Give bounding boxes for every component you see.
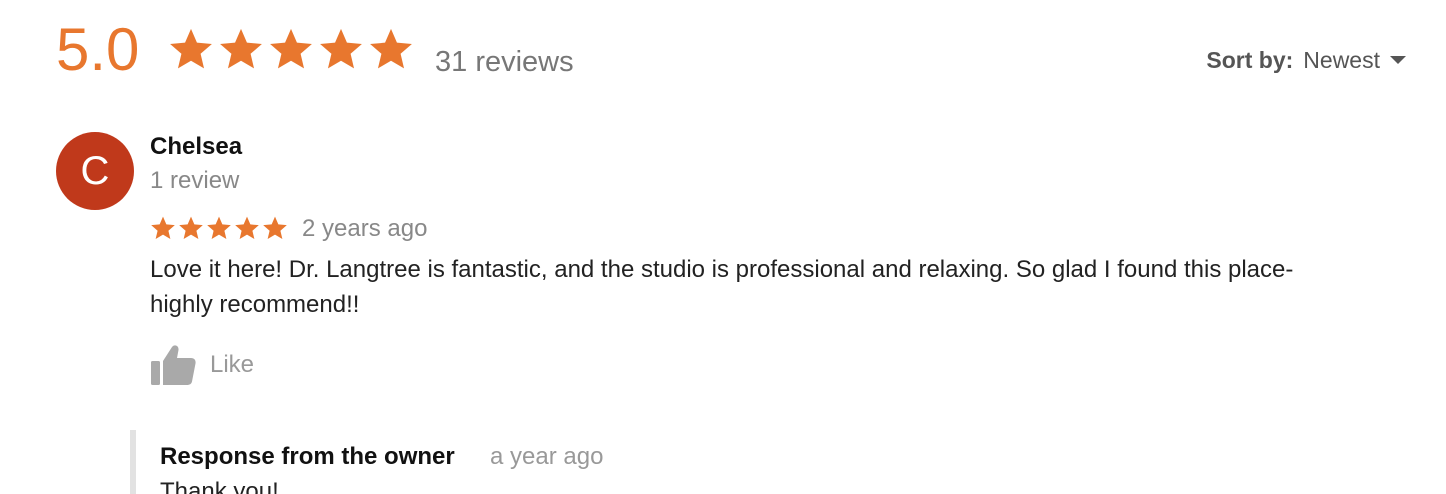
thumbs-up-icon bbox=[151, 345, 196, 385]
owner-response: Response from the owner a year ago Thank… bbox=[130, 430, 1136, 494]
owner-response-time: a year ago bbox=[490, 443, 604, 470]
star-icon bbox=[207, 216, 231, 239]
review-text: Love it here! Dr. Langtree is fantastic,… bbox=[150, 256, 1294, 318]
review-count: 31 reviews bbox=[435, 46, 574, 78]
avatar-letter: C bbox=[80, 148, 110, 193]
avatar[interactable]: C bbox=[56, 132, 134, 210]
star-icon bbox=[220, 28, 262, 69]
star-icon bbox=[151, 216, 175, 239]
star-icon bbox=[170, 28, 212, 69]
star-icon bbox=[235, 216, 259, 239]
star-icon bbox=[179, 216, 203, 239]
caret-down-icon bbox=[1390, 56, 1406, 64]
star-icon bbox=[263, 216, 287, 239]
star-icon bbox=[320, 28, 362, 69]
sort-dropdown[interactable]: Sort by: Newest bbox=[1206, 44, 1406, 76]
owner-response-text: Thank you! bbox=[160, 478, 279, 494]
review-time: 2 years ago bbox=[302, 215, 428, 242]
reviewer-name[interactable]: Chelsea bbox=[150, 132, 242, 162]
like-button[interactable]: Like bbox=[150, 344, 254, 386]
sort-label: Sort by: bbox=[1206, 47, 1294, 73]
owner-response-title: Response from the owner bbox=[160, 443, 455, 470]
star-icon bbox=[370, 28, 412, 69]
reviews-page: 5.0 31 reviews Sort by: Newest C Chelsea… bbox=[0, 0, 1446, 494]
review-rating-stars bbox=[150, 215, 288, 241]
average-rating-stars bbox=[168, 26, 414, 72]
reviewer-review-count: 1 review bbox=[150, 167, 240, 194]
star-icon bbox=[270, 28, 312, 69]
like-label: Like bbox=[210, 351, 255, 378]
sort-value: Newest bbox=[1303, 47, 1380, 73]
average-score: 5.0 bbox=[56, 16, 140, 83]
